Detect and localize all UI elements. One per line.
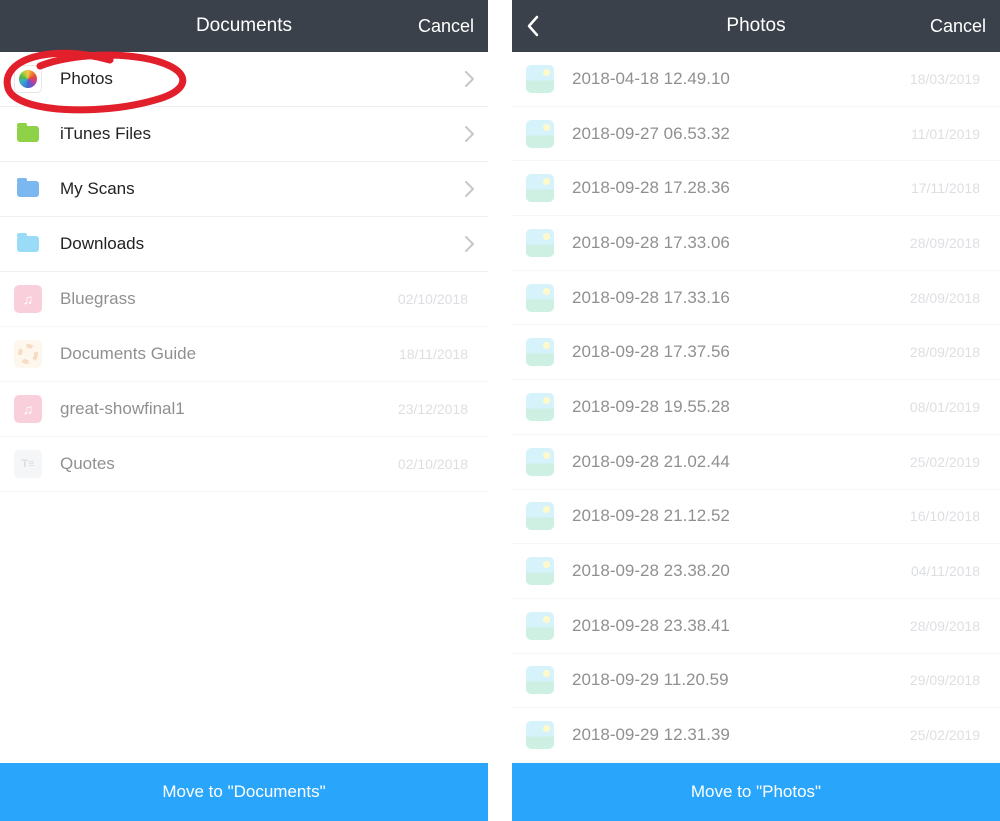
folder-row[interactable]: Photos — [0, 52, 488, 107]
row-date: 25/02/2019 — [910, 454, 980, 470]
row-label: 2018-09-27 06.53.32 — [572, 124, 911, 144]
folder-row[interactable]: My Scans — [0, 162, 488, 217]
row-label: 2018-09-28 17.37.56 — [572, 342, 910, 362]
photos-panel: Photos Cancel 2018-04-18 12.49.1018/03/2… — [512, 0, 1000, 821]
row-date: 18/03/2019 — [910, 71, 980, 87]
row-date: 17/11/2018 — [911, 180, 980, 196]
file-row: ♫ Bluegrass02/10/2018 — [0, 272, 488, 327]
row-label: Photos — [60, 69, 465, 89]
row-date: 11/01/2019 — [911, 126, 980, 142]
folder-icon — [14, 175, 42, 203]
photo-row: 2018-09-28 17.33.1628/09/2018 — [512, 271, 1000, 326]
row-date: 02/10/2018 — [398, 456, 468, 472]
photo-row: 2018-09-28 19.55.2808/01/2019 — [512, 380, 1000, 435]
folder-row[interactable]: Downloads — [0, 217, 488, 272]
chevron-right-icon — [465, 236, 474, 252]
folder-list: Photos iTunes Files My Scans Downloads ♫ Blue… — [0, 52, 488, 763]
row-date: 25/02/2019 — [910, 727, 980, 743]
row-label: 2018-09-28 21.02.44 — [572, 452, 910, 472]
music-icon: ♫ — [14, 285, 42, 313]
photo-row: 2018-04-18 12.49.1018/03/2019 — [512, 52, 1000, 107]
row-date: 28/09/2018 — [910, 344, 980, 360]
row-label: 2018-09-29 12.31.39 — [572, 725, 910, 745]
row-date: 29/09/2018 — [910, 672, 980, 688]
row-label: 2018-09-28 17.28.36 — [572, 178, 911, 198]
image-thumbnail-icon — [526, 65, 554, 93]
photo-row: 2018-09-28 21.12.5216/10/2018 — [512, 490, 1000, 545]
file-row: Documents Guide18/11/2018 — [0, 327, 488, 382]
image-thumbnail-icon — [526, 284, 554, 312]
image-thumbnail-icon — [526, 612, 554, 640]
screen-title: Photos — [512, 15, 1000, 37]
photo-row: 2018-09-28 17.28.3617/11/2018 — [512, 161, 1000, 216]
move-button[interactable]: Move to "Photos" — [512, 763, 1000, 821]
row-label: 2018-09-28 21.12.52 — [572, 506, 910, 526]
photo-row: 2018-09-28 23.38.2004/11/2018 — [512, 544, 1000, 599]
row-date: 16/10/2018 — [910, 508, 980, 524]
row-label: 2018-09-28 23.38.20 — [572, 561, 911, 581]
chevron-right-icon — [465, 181, 474, 197]
row-date: 18/11/2018 — [399, 346, 468, 362]
row-date: 28/09/2018 — [910, 290, 980, 306]
row-label: 2018-04-18 12.49.10 — [572, 69, 910, 89]
row-date: 28/09/2018 — [910, 235, 980, 251]
file-row: ♫ great-showfinal123/12/2018 — [0, 382, 488, 437]
header: Photos Cancel — [512, 0, 1000, 52]
photo-row: 2018-09-29 12.31.3925/02/2019 — [512, 708, 1000, 763]
image-thumbnail-icon — [526, 502, 554, 530]
image-thumbnail-icon — [526, 393, 554, 421]
screen-title: Documents — [0, 15, 488, 37]
photo-row: 2018-09-28 17.33.0628/09/2018 — [512, 216, 1000, 271]
chevron-right-icon — [465, 126, 474, 142]
music-icon: ♫ — [14, 395, 42, 423]
image-thumbnail-icon — [526, 229, 554, 257]
row-date: 23/12/2018 — [398, 401, 468, 417]
header: Documents Cancel — [0, 0, 488, 52]
folder-row[interactable]: iTunes Files — [0, 107, 488, 162]
photo-row: 2018-09-29 11.20.5929/09/2018 — [512, 654, 1000, 709]
row-label: 2018-09-28 23.38.41 — [572, 616, 910, 636]
photo-row: 2018-09-28 17.37.5628/09/2018 — [512, 325, 1000, 380]
row-date: 04/11/2018 — [911, 563, 980, 579]
row-date: 08/01/2019 — [910, 399, 980, 415]
photo-row: 2018-09-28 21.02.4425/02/2019 — [512, 435, 1000, 490]
image-thumbnail-icon — [526, 721, 554, 749]
row-date: 02/10/2018 — [398, 291, 468, 307]
row-label: 2018-09-28 19.55.28 — [572, 397, 910, 417]
image-thumbnail-icon — [526, 666, 554, 694]
image-thumbnail-icon — [526, 448, 554, 476]
back-button[interactable] — [526, 15, 540, 37]
text-icon: T≡ — [14, 450, 42, 478]
row-label: 2018-09-28 17.33.06 — [572, 233, 910, 253]
row-label: Downloads — [60, 234, 465, 254]
cancel-button[interactable]: Cancel — [930, 16, 986, 37]
row-label: 2018-09-29 11.20.59 — [572, 670, 910, 690]
row-label: 2018-09-28 17.33.16 — [572, 288, 910, 308]
image-thumbnail-icon — [526, 174, 554, 202]
photos-icon — [14, 65, 42, 93]
chevron-left-icon — [526, 15, 540, 37]
photo-row: 2018-09-28 23.38.4128/09/2018 — [512, 599, 1000, 654]
chevron-right-icon — [465, 71, 474, 87]
photo-list: 2018-04-18 12.49.1018/03/20192018-09-27 … — [512, 52, 1000, 763]
file-row: T≡ Quotes02/10/2018 — [0, 437, 488, 492]
lifebuoy-icon — [14, 340, 42, 368]
row-date: 28/09/2018 — [910, 618, 980, 634]
row-label: great-showfinal1 — [60, 399, 398, 419]
photo-row: 2018-09-27 06.53.3211/01/2019 — [512, 107, 1000, 162]
row-label: Bluegrass — [60, 289, 398, 309]
row-label: My Scans — [60, 179, 465, 199]
row-label: Quotes — [60, 454, 398, 474]
row-label: Documents Guide — [60, 344, 399, 364]
image-thumbnail-icon — [526, 120, 554, 148]
row-label: iTunes Files — [60, 124, 465, 144]
folder-icon — [14, 120, 42, 148]
cancel-button[interactable]: Cancel — [418, 16, 474, 37]
move-button[interactable]: Move to "Documents" — [0, 763, 488, 821]
image-thumbnail-icon — [526, 557, 554, 585]
documents-panel: Documents Cancel Photos iTunes Files My Sc… — [0, 0, 488, 821]
folder-icon — [14, 230, 42, 258]
image-thumbnail-icon — [526, 338, 554, 366]
